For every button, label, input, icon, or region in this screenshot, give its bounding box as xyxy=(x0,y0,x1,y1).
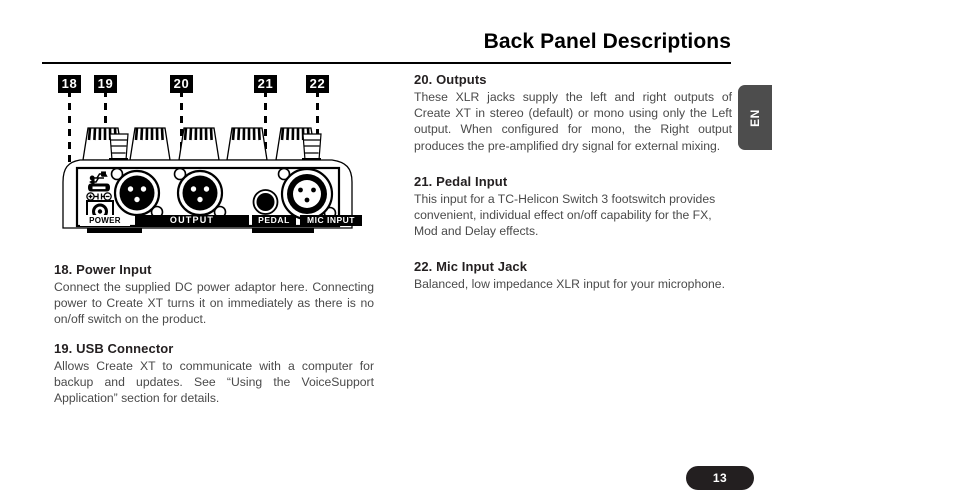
left-column: 18. Power Input Connect the supplied DC … xyxy=(54,262,374,419)
port-label-mic-input: MIC INPUT xyxy=(307,215,355,225)
section-20-body: These XLR jacks supply the left and righ… xyxy=(414,90,732,153)
section-21-pedal-input: 21. Pedal Input This input for a TC-Heli… xyxy=(414,174,732,240)
callout-box-21: 21 xyxy=(254,75,277,93)
section-19-body: Allows Create XT to communicate with a c… xyxy=(54,358,374,406)
header-divider xyxy=(42,62,731,64)
section-18-body: Connect the supplied DC power adaptor he… xyxy=(54,280,374,327)
right-column: 20. Outputs These XLR jacks supply the l… xyxy=(414,72,732,306)
section-19-heading: 19. USB Connector xyxy=(54,340,174,356)
language-tab-en[interactable]: EN xyxy=(738,85,772,150)
power-jack-pin xyxy=(97,209,103,214)
page-number-label: 13 xyxy=(712,471,728,485)
port-label-pedal: PEDAL xyxy=(258,215,290,225)
page-number-badge: 13 xyxy=(686,466,754,490)
usb-port-inner xyxy=(92,186,106,190)
pedal-jack xyxy=(252,189,279,215)
section-22-body: Balanced, low impedance XLR input for yo… xyxy=(414,277,725,292)
back-panel-diagram: POWER OUTPUT PEDAL MIC INPUT 18 19 20 21… xyxy=(52,70,388,250)
device-feet xyxy=(87,228,314,233)
callout-box-18: 18 xyxy=(58,75,81,93)
section-22-mic-input-jack: 22. Mic Input Jack Balanced, low impedan… xyxy=(414,259,732,292)
port-label-output: OUTPUT xyxy=(169,215,215,225)
section-21-body: This input for a TC-Helicon Switch 3 foo… xyxy=(414,191,716,239)
callout-box-20: 20 xyxy=(170,75,193,93)
language-tab-label: EN xyxy=(747,108,762,127)
section-20-outputs: 20. Outputs These XLR jacks supply the l… xyxy=(414,72,732,154)
callout-box-19: 19 xyxy=(94,75,117,93)
page-title: Back Panel Descriptions xyxy=(483,30,731,53)
section-20-heading: 20. Outputs xyxy=(414,72,487,87)
callout-box-22: 22 xyxy=(306,75,329,93)
section-19-usb-connector: 19. USB Connector Allows Create XT to co… xyxy=(54,341,374,407)
section-21-heading: 21. Pedal Input xyxy=(414,173,508,189)
port-label-power: POWER xyxy=(89,216,121,225)
manual-page: Back Panel Descriptions EN 13 POWER OUTP… xyxy=(0,0,954,500)
section-18-power-input: 18. Power Input Connect the supplied DC … xyxy=(54,262,374,328)
section-18-heading: 18. Power Input xyxy=(54,262,152,277)
section-22-heading: 22. Mic Input Jack xyxy=(414,259,528,275)
